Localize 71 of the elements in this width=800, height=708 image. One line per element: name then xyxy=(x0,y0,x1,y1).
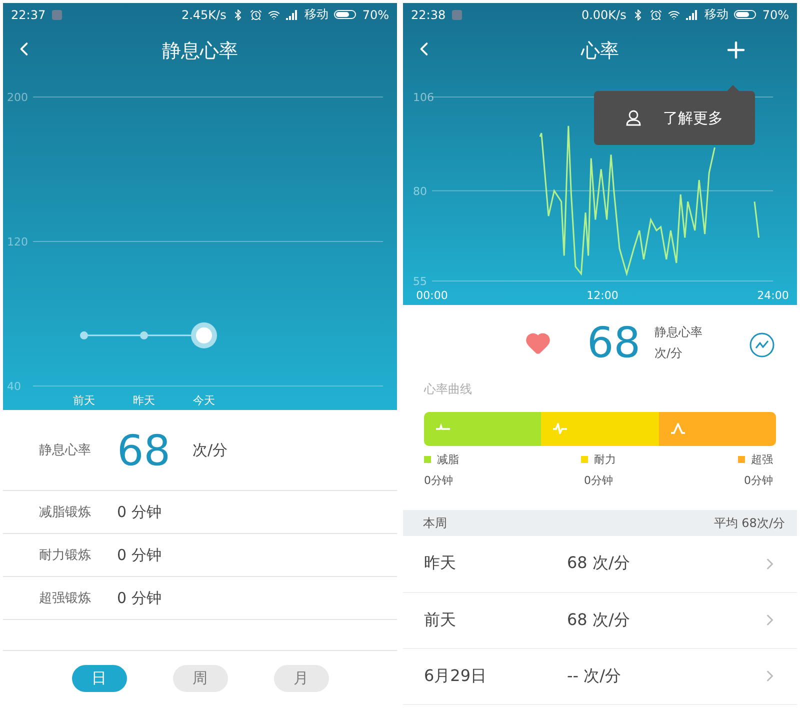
status-time: 22:38 xyxy=(411,8,446,22)
day-name: 6月29日 xyxy=(424,666,488,687)
day-value: 68 次/分 xyxy=(567,553,631,574)
signal-icon xyxy=(686,10,698,20)
day-label: 昨天 xyxy=(133,394,155,407)
week-average: 平均 68次/分 xyxy=(714,514,785,532)
selected-point[interactable] xyxy=(191,322,217,348)
axis-tick-label: 24:00 xyxy=(757,289,789,302)
axis-tick-label: 40 xyxy=(7,380,21,393)
axis-tick-label: 12:00 xyxy=(586,289,618,302)
notification-icon xyxy=(52,10,62,20)
day-label: 今天 xyxy=(193,394,215,407)
unit-label: 次/分 xyxy=(654,344,684,362)
axis-tick-label: 80 xyxy=(413,184,427,198)
axis-tick-label: 106 xyxy=(413,91,434,104)
alarm-icon xyxy=(250,8,262,21)
row-value: 0 分钟 xyxy=(117,546,162,564)
trend-icon[interactable] xyxy=(749,332,775,358)
period-tab[interactable]: 月 xyxy=(274,664,328,692)
row-value: 0 分钟 xyxy=(117,502,162,522)
value-label: 静息心率 xyxy=(654,324,702,341)
axis-tick-label: 00:00 xyxy=(416,289,448,302)
signal-icon xyxy=(286,10,298,20)
row-label: 耐力锻炼 xyxy=(39,547,92,564)
pulse-icon xyxy=(670,423,685,434)
carrier-name: 移动 xyxy=(304,6,328,24)
menu-item-label: 了解更多 xyxy=(663,108,723,128)
network-speed: 0.00K/s xyxy=(581,8,626,22)
heart-rate-value: 68 xyxy=(587,318,640,368)
row-label: 减脂锻炼 xyxy=(39,504,92,521)
zone-time: 0分钟 xyxy=(584,472,613,488)
status-time: 22:37 xyxy=(11,8,46,22)
axis-tick-label: 200 xyxy=(7,91,28,104)
row-label: 超强锻炼 xyxy=(39,590,92,607)
screen-title: 心率 xyxy=(581,38,619,64)
network-speed: 2.45K/s xyxy=(181,8,226,22)
popup-menu[interactable]: 了解更多 xyxy=(594,91,755,145)
row-label: 静息心率 xyxy=(39,442,92,459)
legend-label: 减脂 xyxy=(437,452,459,467)
period-tab[interactable]: 周 xyxy=(172,664,228,692)
unit-label: 次/分 xyxy=(192,440,228,460)
axis-tick-label: 120 xyxy=(7,236,28,248)
day-row[interactable]: 6月29日 -- 次/分 xyxy=(403,648,797,705)
battery-icon xyxy=(734,10,756,20)
carrier-name: 移动 xyxy=(704,6,728,24)
week-label: 本周 xyxy=(423,514,447,532)
zone-time: 0分钟 xyxy=(424,472,453,488)
battery-icon xyxy=(334,10,356,20)
day-name: 前天 xyxy=(424,610,457,631)
zone-time: 0分钟 xyxy=(744,472,773,488)
day-row[interactable]: 昨天 68 次/分 xyxy=(403,536,797,593)
day-value: 68 次/分 xyxy=(567,610,631,631)
notification-icon xyxy=(452,10,462,20)
chart-point[interactable] xyxy=(140,331,148,340)
alarm-icon xyxy=(650,8,662,21)
day-row[interactable]: 前天 68 次/分 xyxy=(403,592,797,649)
screen-title: 静息心率 xyxy=(162,38,238,64)
row-value: 0 分钟 xyxy=(117,588,162,608)
pulse-icon xyxy=(553,423,568,434)
legend-label: 超强 xyxy=(751,452,773,467)
axis-tick-label: 55 xyxy=(413,275,427,288)
legend-label: 耐力 xyxy=(594,452,616,467)
section-title: 心率曲线 xyxy=(423,380,473,398)
battery-percent: 70% xyxy=(762,8,789,22)
heart-rate-value: 68 xyxy=(117,426,170,474)
day-name: 昨天 xyxy=(424,553,457,574)
chart-point[interactable] xyxy=(80,331,88,340)
day-value: -- 次/分 xyxy=(567,666,622,687)
day-label: 前天 xyxy=(73,394,95,407)
battery-percent: 70% xyxy=(362,8,389,22)
person-icon xyxy=(626,110,641,126)
